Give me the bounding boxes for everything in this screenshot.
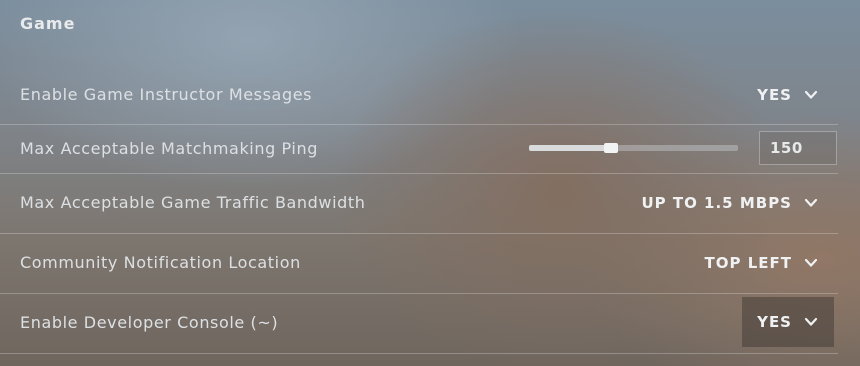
chevron-down-icon bbox=[804, 256, 818, 270]
developer-console-dropdown[interactable]: YES bbox=[742, 297, 834, 347]
setting-row-notification-location: Community Notification Location TOP LEFT bbox=[0, 233, 838, 294]
dropdown-value: YES bbox=[757, 86, 792, 104]
chevron-down-icon bbox=[804, 315, 818, 329]
slider-fill bbox=[529, 145, 611, 151]
ping-value-field[interactable] bbox=[759, 131, 837, 165]
setting-row-developer-console: Enable Developer Console (~) YES bbox=[0, 293, 838, 354]
setting-row-game-instructor: Enable Game Instructor Messages YES bbox=[0, 69, 838, 125]
game-instructor-dropdown[interactable]: YES bbox=[745, 70, 834, 120]
section-title: Game bbox=[20, 14, 76, 33]
dropdown-value: UP TO 1.5 MBPS bbox=[641, 194, 792, 212]
chevron-down-icon bbox=[804, 88, 818, 102]
slider-thumb[interactable] bbox=[604, 143, 618, 153]
setting-label: Max Acceptable Matchmaking Ping bbox=[20, 139, 318, 158]
dropdown-value: YES bbox=[757, 313, 792, 331]
setting-row-matchmaking-ping: Max Acceptable Matchmaking Ping bbox=[0, 124, 838, 174]
setting-label: Community Notification Location bbox=[20, 253, 301, 272]
ping-slider[interactable] bbox=[529, 143, 738, 153]
traffic-bandwidth-dropdown[interactable]: UP TO 1.5 MBPS bbox=[629, 178, 834, 228]
chevron-down-icon bbox=[804, 196, 818, 210]
setting-label: Enable Developer Console (~) bbox=[20, 313, 279, 332]
notification-location-dropdown[interactable]: TOP LEFT bbox=[693, 238, 834, 288]
setting-row-traffic-bandwidth: Max Acceptable Game Traffic Bandwidth UP… bbox=[0, 173, 838, 234]
setting-label: Enable Game Instructor Messages bbox=[20, 85, 313, 104]
setting-label: Max Acceptable Game Traffic Bandwidth bbox=[20, 193, 366, 212]
dropdown-value: TOP LEFT bbox=[704, 254, 792, 272]
